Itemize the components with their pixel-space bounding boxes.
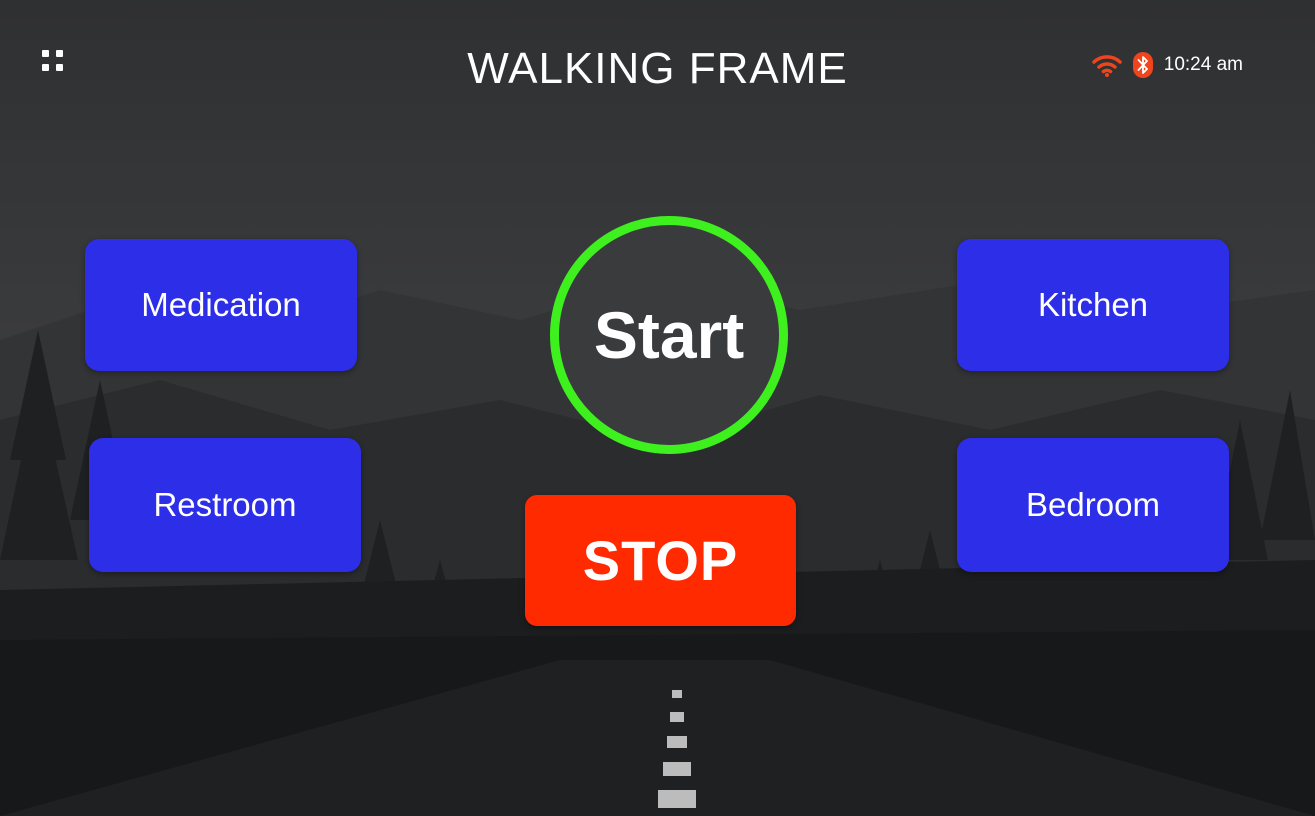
bedroom-button[interactable]: Bedroom	[957, 438, 1229, 572]
bedroom-button-label: Bedroom	[1026, 486, 1160, 523]
wifi-icon	[1092, 53, 1122, 77]
medication-button[interactable]: Medication	[85, 239, 357, 371]
bluetooth-icon	[1132, 52, 1154, 78]
stop-button[interactable]: STOP	[525, 495, 796, 626]
medication-button-label: Medication	[141, 286, 301, 323]
start-button[interactable]: Start	[550, 216, 788, 454]
stop-button-label: STOP	[582, 529, 739, 592]
restroom-button[interactable]: Restroom	[89, 438, 361, 572]
kitchen-button-label: Kitchen	[1037, 286, 1149, 323]
clock-time: 10:24 am	[1163, 54, 1243, 75]
status-bar: 10:24 am	[1092, 52, 1243, 78]
kitchen-button[interactable]: Kitchen	[957, 239, 1229, 371]
restroom-button-label: Restroom	[153, 486, 297, 523]
start-button-label: Start	[593, 298, 745, 372]
